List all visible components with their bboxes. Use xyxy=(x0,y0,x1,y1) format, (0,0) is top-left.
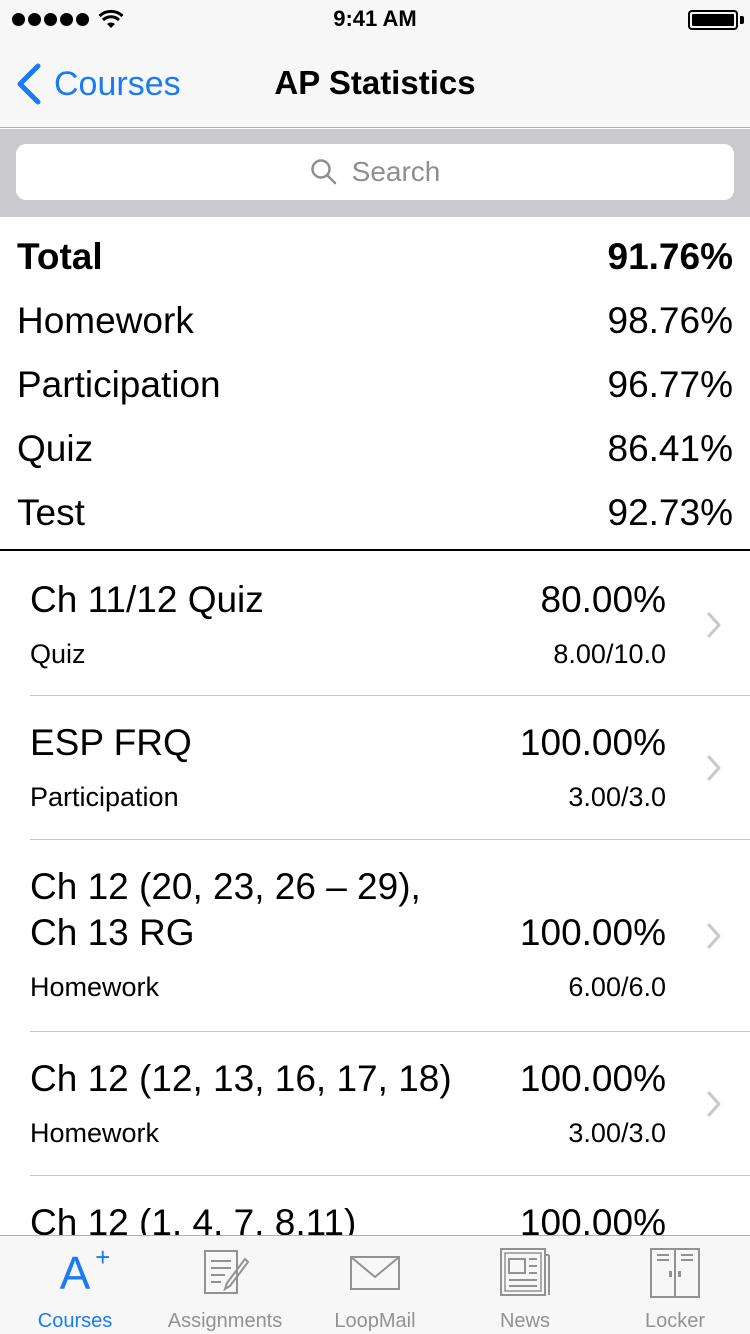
newspaper-icon xyxy=(499,1242,551,1304)
assignment-title: Ch 12 (12, 13, 16, 17, 18) xyxy=(30,1058,452,1099)
mail-icon xyxy=(349,1242,401,1304)
a-plus-icon: A + xyxy=(59,1242,111,1299)
assignment-points: 6.00/6.0 xyxy=(568,972,666,1002)
locker-icon xyxy=(649,1242,701,1304)
navigation-bar: Courses AP Statistics xyxy=(0,40,750,128)
assignment-row[interactable]: Ch 12 (1, 4, 7, 8,11) 100.00% xyxy=(30,1176,750,1235)
assignment-title: Ch 12 (1, 4, 7, 8,11) xyxy=(30,1202,357,1235)
chevron-right-icon xyxy=(707,755,721,781)
assignment-score: 100.00% xyxy=(519,912,666,953)
tab-label: Courses xyxy=(37,1310,113,1332)
summary-label: Test xyxy=(17,492,85,533)
summary-row-homework: Homework 98.76% xyxy=(0,289,750,353)
summary-row-participation: Participation 96.77% xyxy=(0,353,750,417)
chevron-right-icon xyxy=(707,923,721,949)
assignment-category: Participation xyxy=(30,782,179,812)
assignment-title: Ch 11/12 Quiz xyxy=(30,579,264,620)
assignment-points: 3.00/3.0 xyxy=(568,1118,666,1148)
battery-icon xyxy=(688,10,738,30)
tab-bar: A + Courses Assignments LoopMail News Lo… xyxy=(0,1235,750,1334)
assignment-category: Quiz xyxy=(30,639,86,669)
page-title: AP Statistics xyxy=(274,64,476,101)
tab-loopmail[interactable]: LoopMail xyxy=(300,1236,450,1334)
assignment-category: Homework xyxy=(30,972,160,1002)
summary-label: Participation xyxy=(17,364,221,405)
summary-label: Quiz xyxy=(17,428,94,469)
assignment-points: 3.00/3.0 xyxy=(568,782,666,812)
assignment-row[interactable]: ESP FRQ 100.00% Participation 3.00/3.0 xyxy=(30,696,750,840)
assignment-row[interactable]: Ch 12 (20, 23, 26 – 29), Ch 13 RG 100.00… xyxy=(30,840,750,1032)
status-bar: 9:41 AM xyxy=(0,0,750,40)
assignment-list: Ch 11/12 Quiz 80.00% Quiz 8.00/10.0 ESP … xyxy=(0,553,750,1235)
tab-label: Locker xyxy=(644,1310,706,1332)
summary-value: 98.76% xyxy=(607,300,734,341)
search-input[interactable]: Search xyxy=(16,144,734,200)
tab-assignments[interactable]: Assignments xyxy=(150,1236,300,1334)
chevron-right-icon xyxy=(707,612,721,638)
tab-label: News xyxy=(499,1310,550,1332)
tab-courses[interactable]: A + Courses xyxy=(0,1236,150,1334)
assignment-score: 100.00% xyxy=(519,1058,666,1099)
summary-label: Total xyxy=(17,236,103,277)
tab-label: Assignments xyxy=(167,1310,283,1332)
assignment-score: 100.00% xyxy=(519,722,666,763)
search-bar: Search xyxy=(0,129,750,217)
grade-summary: Total 91.76% Homework 98.76% Participati… xyxy=(0,217,750,551)
summary-value: 86.41% xyxy=(607,428,734,469)
assignments-icon xyxy=(199,1242,251,1304)
assignment-row[interactable]: Ch 11/12 Quiz 80.00% Quiz 8.00/10.0 xyxy=(30,553,750,696)
summary-value: 92.73% xyxy=(607,492,734,533)
summary-value: 96.77% xyxy=(607,364,734,405)
summary-row-total: Total 91.76% xyxy=(0,225,750,289)
status-time: 9:41 AM xyxy=(333,6,417,31)
assignment-title: ESP FRQ xyxy=(30,722,192,763)
summary-label: Homework xyxy=(17,300,194,341)
search-placeholder: Search xyxy=(351,156,441,187)
assignment-score: 80.00% xyxy=(540,579,667,620)
tab-label: LoopMail xyxy=(334,1310,416,1332)
summary-row-test: Test 92.73% xyxy=(0,481,750,545)
assignment-score: 100.00% xyxy=(519,1202,666,1235)
assignment-title: Ch 12 (20, 23, 26 – 29), Ch 13 RG xyxy=(30,866,421,953)
chevron-right-icon xyxy=(707,1091,721,1117)
assignment-row[interactable]: Ch 12 (12, 13, 16, 17, 18) 100.00% Homew… xyxy=(30,1032,750,1176)
summary-row-quiz: Quiz 86.41% xyxy=(0,417,750,481)
assignment-points: 8.00/10.0 xyxy=(553,639,666,669)
search-icon xyxy=(310,159,336,185)
tab-locker[interactable]: Locker xyxy=(600,1236,750,1334)
assignment-category: Homework xyxy=(30,1118,160,1148)
tab-news[interactable]: News xyxy=(450,1236,600,1334)
summary-value: 91.76% xyxy=(607,236,734,277)
